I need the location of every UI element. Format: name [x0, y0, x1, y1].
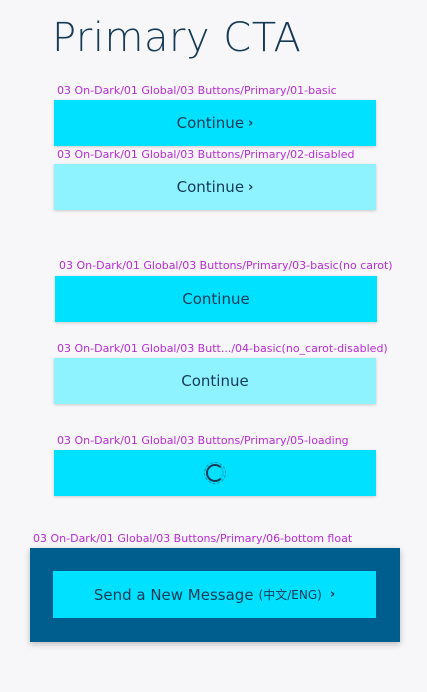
component-label-basic-no-caret: 03 On-Dark/01 Global/03 Buttons/Primary/…: [59, 259, 393, 272]
bottom-float-panel: Send a New Message (中文/ENG) ›: [30, 548, 400, 642]
loading-button[interactable]: [54, 450, 376, 496]
chevron-right-icon: ›: [329, 587, 336, 602]
continue-button-basic[interactable]: Continue ›: [54, 100, 376, 146]
button-label: Continue: [182, 290, 250, 308]
continue-button-no-caret-disabled: Continue: [54, 358, 376, 404]
chevron-right-icon: ›: [248, 179, 254, 195]
page-title: Primary CTA: [52, 15, 302, 61]
continue-button-no-caret[interactable]: Continue: [55, 276, 377, 322]
button-label: Continue: [176, 178, 245, 196]
component-label-no-caret-disabled: 03 On-Dark/01 Global/03 Butt.../04-basic…: [57, 342, 388, 355]
language-toggle-label: (中文/ENG): [258, 588, 322, 602]
button-label: Continue: [181, 372, 249, 390]
component-label-loading: 03 On-Dark/01 Global/03 Buttons/Primary/…: [57, 434, 349, 447]
loading-spinner-icon: [204, 462, 226, 484]
component-label-basic: 03 On-Dark/01 Global/03 Buttons/Primary/…: [57, 84, 337, 97]
component-label-disabled: 03 On-Dark/01 Global/03 Buttons/Primary/…: [57, 148, 355, 161]
button-label: Send a New Message: [93, 585, 254, 604]
component-label-bottom-float: 03 On-Dark/01 Global/03 Buttons/Primary/…: [33, 532, 353, 545]
chevron-right-icon: ›: [248, 115, 254, 131]
button-label: Continue: [176, 114, 245, 132]
continue-button-disabled: Continue ›: [54, 164, 376, 210]
send-new-message-button[interactable]: Send a New Message (中文/ENG) ›: [53, 571, 376, 618]
